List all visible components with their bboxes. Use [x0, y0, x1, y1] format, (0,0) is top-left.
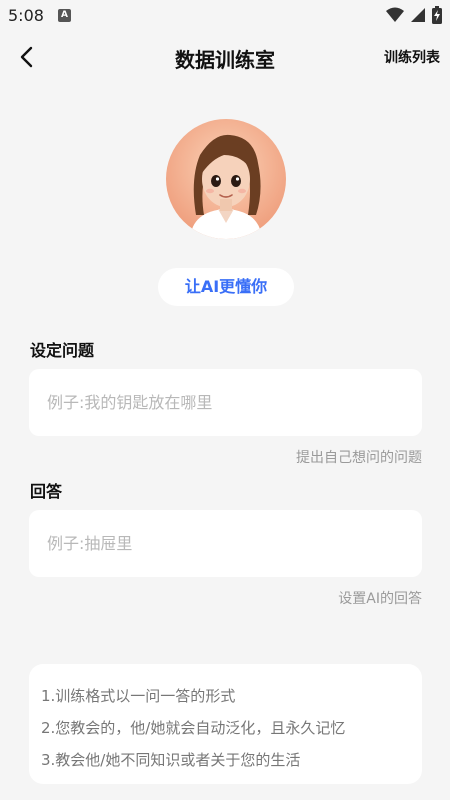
- info-line: 1.训练格式以一问一答的形式: [41, 687, 236, 705]
- train-ai-button[interactable]: 让AI更懂你: [158, 268, 294, 306]
- answer-hint: 设置AI的回答: [338, 591, 422, 607]
- ai-girl-avatar: [166, 119, 286, 239]
- training-info-card: 1.训练格式以一问一答的形式 2.您教会的，他/她就会自动泛化，且永久记忆 3.…: [29, 664, 422, 784]
- question-hint: 提出自己想问的问题: [296, 450, 422, 466]
- info-line: 2.您教会的，他/她就会自动泛化，且永久记忆: [41, 719, 346, 737]
- battery-charging-icon: [432, 6, 442, 24]
- answer-input[interactable]: [29, 510, 422, 577]
- info-line: 3.教会他/她不同知识或者关于您的生活: [41, 751, 301, 769]
- question-card: [29, 369, 422, 436]
- page-title: 数据训练室: [175, 48, 275, 72]
- answer-card: [29, 510, 422, 577]
- question-label: 设定问题: [30, 341, 95, 360]
- signal-icon: [411, 8, 425, 22]
- status-time: 5:08: [8, 6, 44, 25]
- status-bar: 5:08 A: [0, 0, 450, 32]
- notification-badge: A: [58, 9, 71, 22]
- question-input[interactable]: [29, 369, 422, 436]
- ai-avatar: [166, 119, 286, 239]
- status-icons: [386, 6, 442, 24]
- answer-label: 回答: [30, 482, 63, 501]
- nav-bar: 数据训练室 训练列表: [0, 32, 450, 82]
- wifi-icon: [386, 7, 404, 22]
- training-list-button[interactable]: 训练列表: [384, 47, 440, 67]
